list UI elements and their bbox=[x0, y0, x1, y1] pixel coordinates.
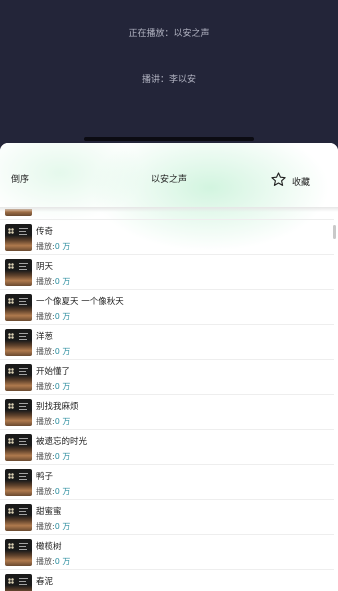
play-count-label: 播放: bbox=[36, 452, 55, 461]
song-row[interactable]: 春泥 bbox=[0, 570, 334, 591]
play-count-label: 播放: bbox=[36, 417, 55, 426]
play-count-label: 播放: bbox=[36, 242, 55, 251]
play-count-label: 播放: bbox=[36, 557, 55, 566]
song-title: 鸭子 bbox=[36, 472, 54, 482]
song-cover-image bbox=[5, 504, 32, 531]
song-title: 传奇 bbox=[36, 227, 54, 237]
song-row[interactable]: 开始懂了播放:0 万 bbox=[0, 360, 334, 395]
favorite-button[interactable]: 收藏 bbox=[270, 171, 310, 192]
star-outline-icon bbox=[270, 171, 287, 192]
song-play-count: 播放:0 万 bbox=[36, 451, 70, 462]
song-row[interactable]: 一个像夏天 一个像秋天 播放:0 万 bbox=[0, 290, 334, 325]
song-cover-image bbox=[5, 259, 32, 286]
song-cover-image bbox=[5, 364, 32, 391]
song-cover-image bbox=[5, 539, 32, 566]
play-count-value: 0 万 bbox=[54, 277, 71, 286]
song-row[interactable]: 别找我麻烦播放:0 万 bbox=[0, 395, 334, 430]
play-count-label: 播放: bbox=[36, 347, 55, 356]
song-row[interactable]: 鸭子播放:0 万 bbox=[0, 465, 334, 500]
narrator-text: 播讲：李以安 bbox=[141, 75, 196, 85]
song-play-count: 播放:0 万 bbox=[36, 311, 70, 322]
now-playing-text: 正在播放：以安之声 bbox=[128, 29, 210, 39]
play-count-value: 0 万 bbox=[54, 452, 71, 461]
song-title: 阴天 bbox=[36, 262, 54, 272]
song-title: 被遗忘的时光 bbox=[36, 437, 88, 447]
reverse-order-button[interactable]: 倒序 bbox=[11, 172, 29, 185]
favorite-label: 收藏 bbox=[292, 178, 311, 188]
song-play-count: 播放:0 万 bbox=[36, 276, 70, 287]
song-cover-image bbox=[5, 224, 32, 251]
play-count-value: 0 万 bbox=[54, 312, 71, 321]
song-title: 一个像夏天 一个像秋天 bbox=[36, 297, 124, 307]
song-row[interactable]: 洋葱播放:0 万 bbox=[0, 325, 334, 360]
song-row[interactable]: 甜蜜蜜播放:0 万 bbox=[0, 500, 334, 535]
song-row[interactable]: 被遗忘的时光 播放:0 万 bbox=[0, 430, 334, 465]
play-count-value: 0 万 bbox=[54, 487, 71, 496]
sheet-drag-handle[interactable] bbox=[84, 137, 254, 141]
playlist-header: 倒序 以安之声 收藏 bbox=[0, 143, 338, 209]
scrollbar[interactable] bbox=[333, 225, 336, 239]
song-play-count: 播放:0 万 bbox=[36, 346, 70, 357]
play-count-label: 播放: bbox=[36, 522, 55, 531]
play-count-label: 播放: bbox=[36, 277, 55, 286]
playlist-sheet: 倒序 以安之声 收藏 传奇 播放:0 万阴天 播放:0 万一个像夏天 一个像秋天 播放… bbox=[0, 143, 338, 591]
song-title: 开始懂了 bbox=[36, 367, 71, 377]
play-count-label: 播放: bbox=[36, 382, 55, 391]
song-play-count: 播放:0 万 bbox=[36, 381, 70, 392]
play-count-value: 0 万 bbox=[54, 242, 71, 251]
play-count-value: 0 万 bbox=[54, 417, 71, 426]
song-title: 甜蜜蜜 bbox=[36, 507, 62, 517]
play-count-label: 播放: bbox=[36, 312, 55, 321]
song-play-count: 播放:0 万 bbox=[36, 486, 70, 497]
song-cover-image bbox=[5, 469, 32, 496]
play-count-value: 0 万 bbox=[54, 557, 71, 566]
song-cover-image bbox=[5, 434, 32, 461]
song-cover-image bbox=[5, 399, 32, 426]
song-row[interactable]: 阴天播放:0 万 bbox=[0, 255, 334, 290]
play-count-value: 0 万 bbox=[54, 522, 71, 531]
song-title: 别找我麻烦 bbox=[36, 402, 79, 412]
song-play-count: 播放:0 万 bbox=[36, 241, 70, 252]
song-list[interactable]: 传奇 播放:0 万阴天 播放:0 万一个像夏天 一个像秋天 播放:0 万洋葱 播放:0 … bbox=[0, 209, 338, 591]
play-count-value: 0 万 bbox=[54, 382, 71, 391]
song-title: 春泥 bbox=[36, 577, 54, 587]
song-cover-image bbox=[5, 294, 32, 321]
song-row[interactable]: 传奇播放:0 万 bbox=[0, 220, 334, 255]
play-count-label: 播放: bbox=[36, 487, 55, 496]
song-row[interactable]: 橄榄树播放:0 万 bbox=[0, 535, 334, 570]
song-title: 洋葱 bbox=[36, 332, 54, 342]
song-title: 橄榄树 bbox=[36, 542, 62, 552]
song-cover-image bbox=[5, 574, 32, 591]
song-play-count: 播放:0 万 bbox=[36, 556, 70, 567]
song-play-count: 播放:0 万 bbox=[36, 416, 70, 427]
song-cover-image bbox=[5, 329, 32, 356]
song-play-count: 播放:0 万 bbox=[36, 521, 70, 532]
play-count-value: 0 万 bbox=[54, 347, 71, 356]
